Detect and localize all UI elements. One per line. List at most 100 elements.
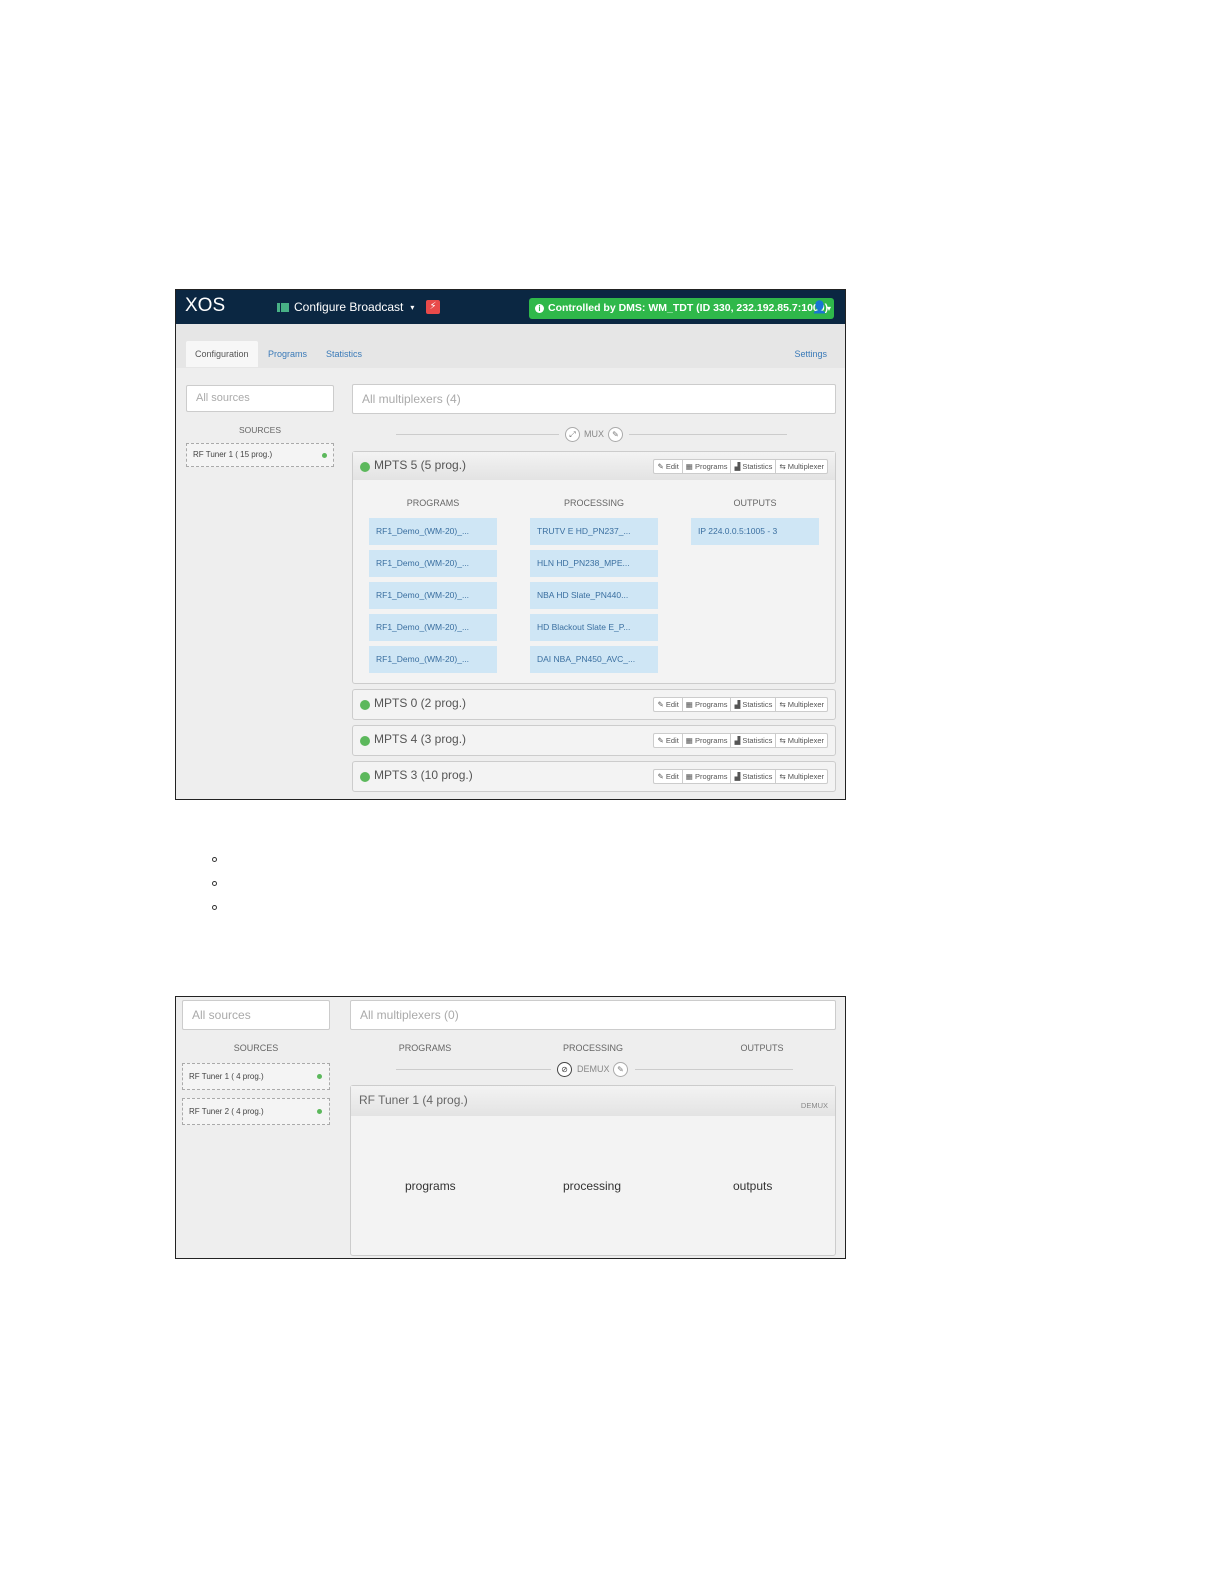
edit-button[interactable]: ✎ Edit [654,734,681,747]
sources-header: SOURCES [238,425,282,435]
expand-icon[interactable]: ⤢ [565,427,580,442]
source-label: RF Tuner 1 ( 15 prog.) [193,450,273,459]
configure-broadcast-menu[interactable]: Configure Broadcast ▾ [277,300,414,314]
mpts-header[interactable]: MPTS 5 (5 prog.) ✎ Edit ▦ Programs ▟ Sta… [353,452,835,480]
statistics-button[interactable]: ▟ Statistics [730,734,775,747]
mpts-panel-expanded: MPTS 5 (5 prog.) ✎ Edit ▦ Programs ▟ Sta… [352,451,836,684]
demux-screenshot: All sources All multiplexers (0) SOURCES… [175,996,846,1259]
broadcast-icon [277,302,289,312]
demux-badge: DEMUX [800,1101,828,1110]
outputs-column-header: OUTPUTS [733,498,777,508]
processing-column-header: PROCESSING [562,1043,623,1053]
programs-button[interactable]: ▦ Programs [681,770,731,783]
user-menu[interactable]: 👤▾ [812,300,831,314]
divider [629,434,787,435]
status-dot-icon [360,700,370,710]
source-item[interactable]: RF Tuner 1 ( 4 prog.) [182,1063,330,1090]
xos-logo: XOS [185,295,226,316]
sources-filter-input[interactable]: All sources [182,1000,330,1030]
bullet-marker [212,857,217,862]
multiplexer-button[interactable]: ⇆ Multiplexer [775,698,827,711]
mpts-title: MPTS 5 (5 prog.) [374,458,467,472]
mpts-panel-collapsed[interactable]: MPTS 4 (3 prog.) ✎ Edit ▦ Programs ▟ Sta… [352,725,836,756]
collapse-icon[interactable]: ⊘ [557,1062,572,1077]
demux-panel-header[interactable]: RF Tuner 1 (4 prog.) DEMUX [351,1086,835,1116]
source-label: RF Tuner 2 ( 4 prog.) [189,1107,264,1116]
edit-button[interactable]: ✎ Edit [654,770,681,783]
demux-panel: RF Tuner 1 (4 prog.) DEMUX programs proc… [350,1085,836,1256]
tab-bar: Configuration Programs Statistics Settin… [176,324,845,368]
status-dot-icon [317,1109,322,1114]
dms-status-badge: i Controlled by DMS: WM_TDT (ID 330, 232.… [529,298,835,319]
multiplexers-filter-input[interactable]: All multiplexers (4) [352,384,836,414]
status-dot-icon [317,1074,322,1079]
processing-column-header: PROCESSING [563,498,624,508]
multiplexer-button[interactable]: ⇆ Multiplexer [775,770,827,783]
divider [635,1069,793,1070]
statistics-button[interactable]: ▟ Statistics [730,770,775,783]
statistics-button[interactable]: ▟ Statistics [730,698,775,711]
programs-placeholder: programs [405,1179,456,1193]
programs-button[interactable]: ▦ Programs [681,460,731,473]
mpts-button-group: ✎ Edit ▦ Programs ▟ Statistics ⇆ Multipl… [653,697,828,712]
processing-chip[interactable]: HD Blackout Slate E_P... [530,614,658,641]
divider [396,1069,551,1070]
flash-icon[interactable]: ⚡ [426,300,440,314]
mux-label: MUX [584,429,604,439]
tab-programs[interactable]: Programs [259,341,316,367]
edit-icon[interactable]: ✎ [608,427,623,442]
program-chip[interactable]: RF1_Demo_(WM-20)_... [369,582,497,609]
bullet-marker [212,881,217,886]
multiplexers-filter-input[interactable]: All multiplexers (0) [350,1000,836,1030]
output-chip[interactable]: IP 224.0.0.5:1005 - 3 [691,518,819,545]
demux-panel-title: RF Tuner 1 (4 prog.) [359,1093,468,1107]
programs-button[interactable]: ▦ Programs [681,698,731,711]
programs-button[interactable]: ▦ Programs [681,734,731,747]
mpts-panel-collapsed[interactable]: MPTS 3 (10 prog.) ✎ Edit ▦ Programs ▟ St… [352,761,836,792]
caret-down-icon: ▾ [410,302,415,312]
processing-chip[interactable]: DAI NBA_PN450_AVC_... [530,646,658,673]
settings-link[interactable]: Settings [794,341,827,367]
status-dot-icon [360,736,370,746]
status-dot-icon [322,453,327,458]
top-navbar: XOS Configure Broadcast ▾ ⚡ i Controlled … [176,290,845,324]
tab-configuration[interactable]: Configuration [186,341,258,367]
tab-statistics[interactable]: Statistics [317,341,371,367]
processing-chip[interactable]: NBA HD Slate_PN440... [530,582,658,609]
demux-label: DEMUX [577,1064,610,1074]
edit-icon[interactable]: ✎ [613,1062,628,1077]
edit-button[interactable]: ✎ Edit [654,460,681,473]
program-chip[interactable]: RF1_Demo_(WM-20)_... [369,550,497,577]
program-chip[interactable]: RF1_Demo_(WM-20)_... [369,614,497,641]
mpts-panel-collapsed[interactable]: MPTS 0 (2 prog.) ✎ Edit ▦ Programs ▟ Sta… [352,689,836,720]
mpts-title: MPTS 3 (10 prog.) [374,768,473,782]
caret-down-icon: ▾ [826,304,831,313]
multiplexer-button[interactable]: ⇆ Multiplexer [775,460,827,473]
edit-button[interactable]: ✎ Edit [654,698,681,711]
status-dot-icon [360,772,370,782]
mpts-button-group: ✎ Edit ▦ Programs ▟ Statistics ⇆ Multipl… [653,769,828,784]
mpts-button-group: ✎ Edit ▦ Programs ▟ Statistics ⇆ Multipl… [653,733,828,748]
processing-chip[interactable]: TRUTV E HD_PN237_... [530,518,658,545]
source-item[interactable]: RF Tuner 1 ( 15 prog.) [186,443,334,467]
statistics-button[interactable]: ▟ Statistics [730,460,775,473]
processing-chip[interactable]: HLN HD_PN238_MPE... [530,550,658,577]
configure-broadcast-label: Configure Broadcast [294,300,404,314]
info-icon: i [535,304,544,313]
program-chip[interactable]: RF1_Demo_(WM-20)_... [369,518,497,545]
sources-filter-input[interactable]: All sources [186,385,334,412]
divider [396,434,559,435]
mpts-title: MPTS 0 (2 prog.) [374,696,467,710]
source-item[interactable]: RF Tuner 2 ( 4 prog.) [182,1098,330,1125]
user-icon: 👤 [812,300,827,314]
outputs-column-header: OUTPUTS [740,1043,784,1053]
multiplexer-button[interactable]: ⇆ Multiplexer [775,734,827,747]
status-dot-icon [360,462,370,472]
outputs-placeholder: outputs [733,1179,773,1193]
source-label: RF Tuner 1 ( 4 prog.) [189,1072,264,1081]
config-screenshot: XOS Configure Broadcast ▾ ⚡ i Controlled … [175,289,846,800]
sources-header: SOURCES [233,1043,279,1053]
mpts-button-group: ✎ Edit ▦ Programs ▟ Statistics ⇆ Multipl… [653,459,828,474]
bullet-marker [212,905,217,910]
program-chip[interactable]: RF1_Demo_(WM-20)_... [369,646,497,673]
